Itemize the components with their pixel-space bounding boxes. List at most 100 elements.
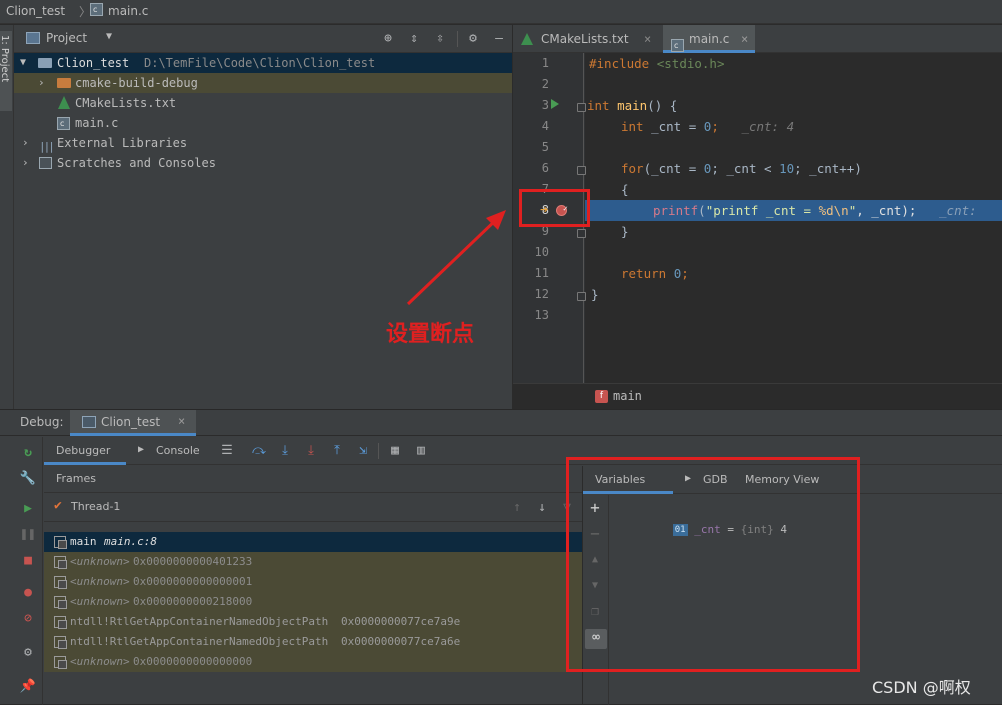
frame-row[interactable]: <unknown> 0x0000000000000001 (44, 572, 582, 592)
frame-row[interactable]: <unknown> 0x0000000000401233 (44, 552, 582, 572)
rerun-icon[interactable]: ↻ (18, 443, 38, 463)
inline-value-hint: _cnt: 4 (741, 119, 795, 134)
chevron-right-icon[interactable]: › (38, 73, 45, 93)
code-line-6[interactable]: for(_cnt = 0; _cnt < 10; _cnt++) (621, 158, 862, 179)
gear-icon[interactable]: ⚙ (18, 643, 38, 663)
menu-icon[interactable]: ☰ (218, 442, 236, 460)
fold-marker-icon[interactable] (577, 292, 586, 301)
close-icon[interactable]: × (178, 414, 185, 428)
run-icon[interactable] (551, 99, 559, 109)
tree-item-external-libraries[interactable]: › ||| External Libraries (14, 133, 512, 153)
frame-row[interactable]: <unknown> 0x0000000000000000 (44, 652, 582, 672)
code-token: printf (653, 203, 699, 218)
frame-icon (54, 656, 67, 669)
view-breakpoints-icon[interactable]: ● (18, 583, 38, 603)
frame-row[interactable]: ntdll!RtlGetAppContainerNamedObjectPath … (44, 612, 582, 632)
run-to-cursor-icon[interactable]: ⇲ (354, 442, 372, 460)
step-over-icon[interactable]: ⤼ (250, 442, 268, 460)
step-out-icon[interactable]: ⤒ (328, 442, 346, 460)
code-line-1[interactable]: #include <stdio.h> (589, 53, 724, 74)
collapse-all-icon[interactable]: ⇳ (431, 30, 449, 48)
tree-item-cmake-build-debug[interactable]: › cmake-build-debug (14, 73, 512, 93)
close-icon[interactable]: × (644, 25, 651, 53)
locate-icon[interactable]: ⊕ (379, 30, 397, 48)
breadcrumb-project[interactable]: Clion_test (6, 4, 65, 18)
frame-detail: 0x0000000000218000 (133, 595, 253, 608)
code-line-3[interactable]: int main() { (587, 95, 677, 116)
tab-label: Debugger (56, 444, 111, 457)
stop-icon[interactable]: ■ (18, 551, 38, 571)
chevron-down-icon[interactable]: ▼ (20, 53, 26, 73)
arrow-up-icon[interactable]: ↑ (508, 499, 526, 517)
project-tool-tab[interactable]: 1: Project (0, 31, 12, 111)
tree-item-main-c[interactable]: main.c (14, 113, 512, 133)
minimize-icon[interactable]: — (490, 30, 508, 48)
inline-value-hint: _cnt: (939, 203, 977, 218)
close-icon[interactable]: × (741, 25, 748, 53)
tree-item-root[interactable]: ▼ Clion_test D:\TemFile\Code\Clion\Clion… (14, 53, 512, 73)
tab-cmakelists[interactable]: CMakeLists.txt × (513, 25, 661, 53)
wrench-icon[interactable]: 🔧 (18, 469, 38, 489)
debug-label: Debug: (20, 415, 64, 429)
code-token: 10 (779, 161, 795, 176)
code-token: (_cnt = (643, 161, 704, 176)
excluded-folder-icon (57, 78, 71, 88)
tree-item-label: cmake-build-debug (75, 76, 198, 90)
chevron-right-icon[interactable]: › (22, 133, 29, 153)
line-number: 5 (541, 140, 549, 154)
code-line-8[interactable]: printf("printf _cnt = %d\n", _cnt); _cnt… (653, 200, 977, 221)
toolbar-divider (457, 31, 458, 47)
mute-breakpoints-icon[interactable]: ⊘ (18, 609, 38, 629)
tab-console[interactable]: ▶ Console (136, 437, 216, 465)
arrow-down-icon[interactable]: ↓ (533, 499, 551, 517)
tab-debugger[interactable]: Debugger (44, 437, 126, 465)
c-file-icon (57, 114, 73, 134)
code-line-7[interactable]: { (621, 179, 629, 200)
fold-marker-icon[interactable] (577, 103, 586, 112)
code-line-12[interactable]: } (591, 284, 599, 305)
resume-icon[interactable]: ▶ (18, 499, 38, 519)
line-number: 2 (541, 77, 549, 91)
debug-header: Debug: Clion_test × (0, 410, 1002, 436)
fold-marker-icon[interactable] (577, 166, 586, 175)
code-token: "printf _cnt = (705, 203, 819, 218)
frame-icon (54, 536, 67, 549)
code-token: { (621, 182, 629, 197)
navigation-bar: Clion_test 〉 main.c (0, 0, 1002, 24)
force-step-into-icon[interactable]: ⤓ (302, 442, 320, 460)
frame-row[interactable]: ntdll!RtlGetAppContainerNamedObjectPath … (44, 632, 582, 652)
frame-detail: main.c:8 (104, 535, 157, 548)
pause-icon[interactable]: ❚❚ (18, 525, 38, 545)
tab-main-c[interactable]: main.c × (663, 25, 755, 53)
thread-selector[interactable]: ✔ Thread-1 ↑ ↓ ▽ (44, 492, 582, 522)
tab-label: main.c (689, 32, 730, 46)
pin-icon[interactable]: 📌 (18, 677, 38, 697)
breadcrumb-file[interactable]: main.c (108, 4, 148, 18)
line-number: 1 (541, 56, 549, 70)
debug-config-tab[interactable]: Clion_test × (70, 410, 196, 436)
step-into-icon[interactable]: ⤓ (276, 442, 294, 460)
frame-icon (54, 556, 67, 569)
gear-icon[interactable]: ⚙ (464, 30, 482, 48)
fold-marker-icon[interactable] (577, 229, 586, 238)
code-line-9[interactable]: } (621, 221, 629, 242)
frame-prefix: <unknown> (70, 655, 130, 668)
code-line-11[interactable]: return 0; (621, 263, 689, 284)
chevron-right-icon[interactable]: › (22, 153, 29, 173)
frame-row[interactable]: main main.c:8 (44, 532, 582, 552)
tree-item-cmakelists[interactable]: CMakeLists.txt (14, 93, 512, 113)
code-token: , _cnt); (856, 203, 917, 218)
breadcrumb-function[interactable]: main (613, 389, 642, 403)
project-view-title[interactable]: Project (46, 31, 87, 45)
line-number: 3 (541, 98, 549, 112)
expand-all-icon[interactable]: ⇕ (405, 30, 423, 48)
layout-icon[interactable]: ▥ (412, 442, 430, 460)
chevron-down-icon[interactable]: ▼ (106, 31, 112, 42)
tree-root-path: D:\TemFile\Code\Clion\Clion_test (144, 56, 376, 70)
evaluate-expression-icon[interactable]: ▦ (386, 442, 404, 460)
tree-item-scratches[interactable]: › Scratches and Consoles (14, 153, 512, 173)
code-token: _cnt = (651, 119, 704, 134)
line-number: 6 (541, 161, 549, 175)
frame-row[interactable]: <unknown> 0x0000000000218000 (44, 592, 582, 612)
code-line-4[interactable]: int _cnt = 0; _cnt: 4 (621, 116, 794, 137)
